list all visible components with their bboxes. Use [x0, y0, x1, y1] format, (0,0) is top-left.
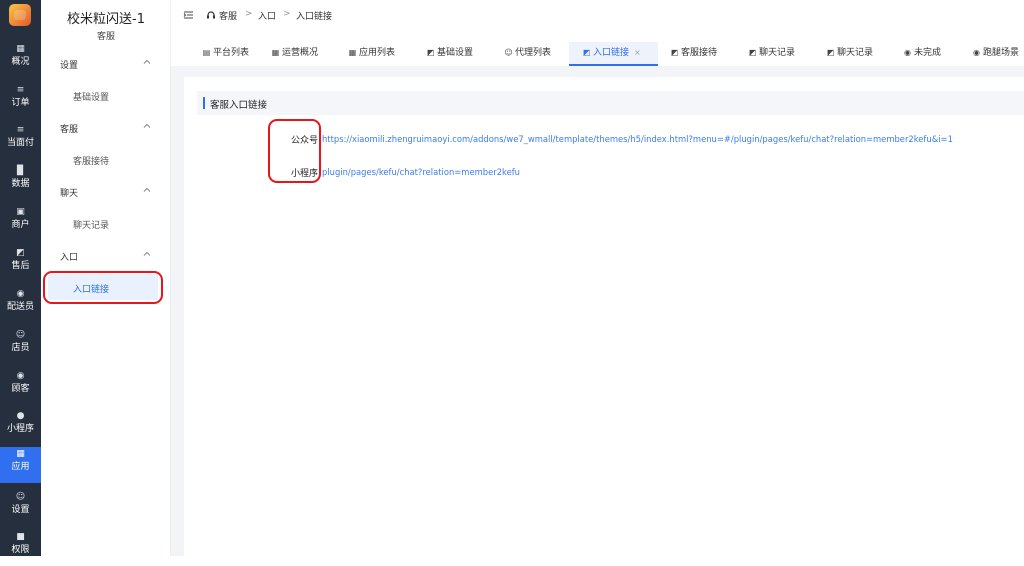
official-account-link[interactable]: https://xiaomili.zhengruimaoyi.com/addon…: [322, 134, 953, 144]
rail-item-overview[interactable]: ▦ 概况: [0, 42, 41, 78]
rail-item-customers[interactable]: ◉ 顾客: [0, 369, 41, 405]
apps-icon: ▦: [348, 48, 357, 57]
menu-group-entry[interactable]: 入口: [60, 250, 78, 263]
users-icon: ☺: [504, 48, 513, 57]
delivery-icon: ◉: [973, 48, 980, 57]
tab-basic-settings[interactable]: ◩ 基础设置: [426, 42, 473, 66]
list-icon: ≡: [16, 125, 25, 135]
rail-item-permissions[interactable]: ■ 权限: [0, 530, 41, 566]
tab-platform-list[interactable]: ▤ 平台列表: [202, 42, 249, 66]
store-icon: ▣: [16, 207, 25, 217]
apps-icon: ▦: [16, 449, 25, 459]
menu-group-chat[interactable]: 聊天: [60, 186, 78, 199]
list-icon: ≡: [16, 85, 25, 95]
highlight-annotation: [268, 119, 321, 183]
chevron-up-icon[interactable]: [143, 122, 151, 130]
user-settings-icon: ☺: [15, 492, 26, 502]
headset-icon: ◩: [426, 48, 435, 57]
breadcrumb-separator: >: [283, 9, 291, 19]
tab-app-list[interactable]: ▦ 应用列表: [348, 42, 395, 66]
tab-chat-records-2[interactable]: ◩ 聊天记录: [826, 42, 873, 66]
chevron-up-icon[interactable]: [143, 186, 151, 194]
breadcrumb-item[interactable]: 客服: [219, 9, 237, 22]
menu-item-basic-settings[interactable]: 基础设置: [73, 90, 109, 103]
chevron-up-icon[interactable]: [143, 58, 151, 66]
menu-item-chat-records[interactable]: 聊天记录: [73, 218, 109, 231]
section-accent-bar: [203, 97, 205, 109]
rail-item-aftersale[interactable]: ◩ 售后: [0, 246, 41, 282]
section-title: 客服入口链接: [210, 100, 268, 111]
app-name: 校米粒闪送-1: [67, 12, 145, 27]
tab-chat-records[interactable]: ◩ 聊天记录: [748, 42, 795, 66]
rail-item-settings[interactable]: ☺ 设置: [0, 490, 41, 526]
delivery-icon: ◉: [16, 289, 25, 299]
app-module: 客服: [96, 32, 115, 42]
breadcrumb-separator: >: [245, 9, 253, 19]
bar-chart-icon: ▉: [17, 166, 24, 176]
mini-program-link[interactable]: plugin/pages/kefu/chat?relation=member2k…: [322, 167, 520, 177]
tab-errand-scene[interactable]: ◉ 跑腿场景: [972, 42, 1019, 66]
app-logo: [9, 4, 31, 26]
rail-item-data[interactable]: ▉ 数据: [0, 164, 41, 200]
headset-icon: ◩: [16, 248, 25, 258]
rail-item-apps[interactable]: ▦ 应用: [0, 447, 41, 483]
rail-item-merchant[interactable]: ▣ 商户: [0, 205, 41, 241]
headset-icon: ◩: [748, 48, 757, 57]
menu-group-settings[interactable]: 设置: [60, 58, 78, 71]
dashboard-icon: ▦: [16, 44, 25, 54]
main-rail: ▦ 概况 ≡ 订单 ≡ 当面付 ▉ 数据 ▣ 商户 ◩ 售后 ◉ 配送员 ☺ 店…: [0, 0, 41, 556]
layout-icon: ▤: [202, 48, 211, 57]
headset-icon: ◩: [826, 48, 835, 57]
tab-entry-link[interactable]: ◩ 入口链接 ×: [569, 42, 658, 66]
lock-icon: ■: [16, 532, 25, 542]
menu-item-reception[interactable]: 客服接待: [73, 154, 109, 167]
breadcrumb-current: 入口链接: [296, 12, 333, 22]
breadcrumb-item[interactable]: 入口: [258, 9, 276, 22]
headset-icon: ◩: [582, 48, 591, 57]
tab-reception[interactable]: ◩ 客服接待: [670, 42, 717, 66]
tab-agent-list[interactable]: ☺ 代理列表: [504, 42, 551, 66]
dashboard-icon: ▦: [271, 48, 280, 57]
rail-item-orders[interactable]: ≡ 订单: [0, 83, 41, 119]
headset-icon: [207, 11, 215, 19]
customer-icon: ◉: [16, 371, 25, 381]
wechat-icon: ●: [16, 411, 25, 421]
headset-icon: ◩: [670, 48, 679, 57]
rail-item-face-pay[interactable]: ≡ 当面付: [0, 123, 41, 159]
tab-operations[interactable]: ▦ 运营概况: [271, 42, 318, 66]
users-icon: ☺: [15, 330, 26, 340]
tab-incomplete[interactable]: ◉ 未完成: [903, 42, 941, 66]
rail-item-miniprogram[interactable]: ● 小程序: [0, 409, 41, 445]
delivery-icon: ◉: [904, 48, 911, 57]
section-header: [197, 91, 1024, 115]
close-icon[interactable]: ×: [634, 48, 641, 57]
chevron-up-icon[interactable]: [143, 250, 151, 258]
rail-item-courier[interactable]: ◉ 配送员: [0, 287, 41, 323]
rail-item-staff[interactable]: ☺ 店员: [0, 328, 41, 364]
menu-group-service[interactable]: 客服: [60, 122, 78, 135]
collapse-menu-icon[interactable]: [183, 10, 194, 20]
highlight-annotation: [43, 271, 163, 304]
